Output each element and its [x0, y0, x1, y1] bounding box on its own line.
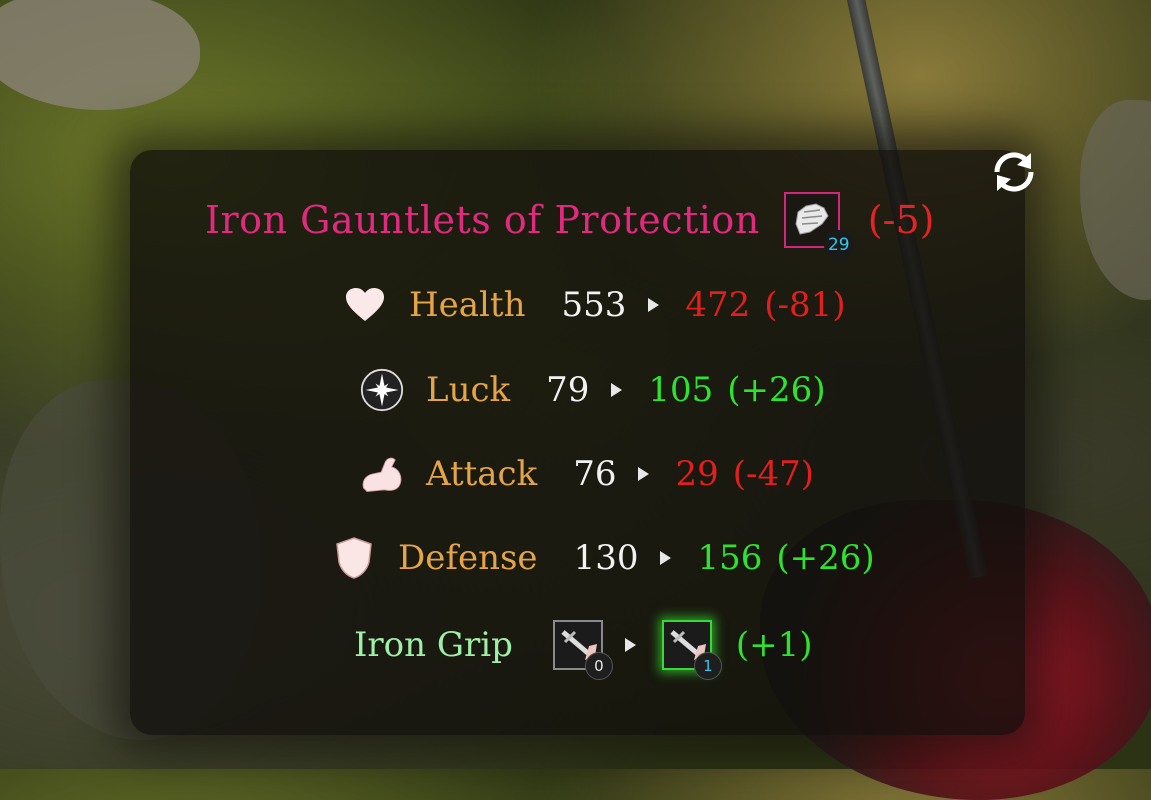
item-title-row: Iron Gauntlets of Protection 29 (-5)	[205, 190, 935, 260]
background-rock	[0, 0, 200, 110]
stat-label: Luck	[426, 370, 511, 410]
background-rock	[1080, 100, 1151, 300]
skill-delta: (+1)	[735, 625, 813, 665]
stat-row-attack: Attack 76 29 (-47)	[360, 449, 814, 499]
star-compass-icon	[360, 368, 404, 412]
arrow-right-icon	[660, 551, 672, 565]
stat-label: Attack	[426, 454, 538, 494]
stat-row-luck: Luck 79 105 (+26)	[360, 365, 826, 415]
stat-new-value: 156	[697, 538, 763, 578]
arrow-right-icon	[611, 383, 623, 397]
shield-icon	[332, 536, 376, 580]
item-slot[interactable]: 29	[783, 192, 854, 260]
item-level-badge: 29	[823, 230, 854, 260]
stat-delta: (+26)	[727, 370, 826, 410]
flexed-arm-icon	[360, 452, 404, 496]
arrow-right-icon	[638, 467, 650, 481]
skill-slot-new[interactable]: 1	[661, 620, 722, 680]
stat-delta: (-47)	[732, 454, 815, 494]
skill-row: Iron Grip 0 1 (+1)	[354, 620, 813, 680]
stat-delta: (+26)	[776, 538, 875, 578]
stat-new-value: 29	[675, 454, 719, 494]
heart-icon	[343, 283, 387, 327]
skill-level-badge: 0	[584, 652, 613, 680]
stat-new-value: 472	[685, 285, 751, 325]
stat-label: Health	[409, 285, 526, 325]
stat-delta: (-81)	[764, 285, 846, 325]
item-name: Iron Gauntlets of Protection	[205, 198, 760, 242]
stat-row-health: Health 553 472 (-81)	[343, 280, 846, 330]
stat-row-defense: Defense 130 156 (+26)	[332, 533, 875, 583]
skill-label: Iron Grip	[354, 625, 513, 665]
skill-level-badge: 1	[693, 652, 722, 680]
arrow-right-icon	[624, 638, 636, 652]
item-delta: (-5)	[867, 198, 935, 242]
stat-label: Defense	[398, 538, 538, 578]
swap-arrows-icon[interactable]	[985, 143, 1043, 201]
stat-old-value: 130	[573, 538, 639, 578]
arrow-right-icon	[648, 298, 660, 312]
stat-old-value: 553	[561, 285, 627, 325]
stat-old-value: 76	[573, 454, 617, 494]
stat-new-value: 105	[648, 370, 714, 410]
stat-old-value: 79	[546, 370, 590, 410]
skill-slot-current[interactable]: 0	[552, 620, 613, 680]
